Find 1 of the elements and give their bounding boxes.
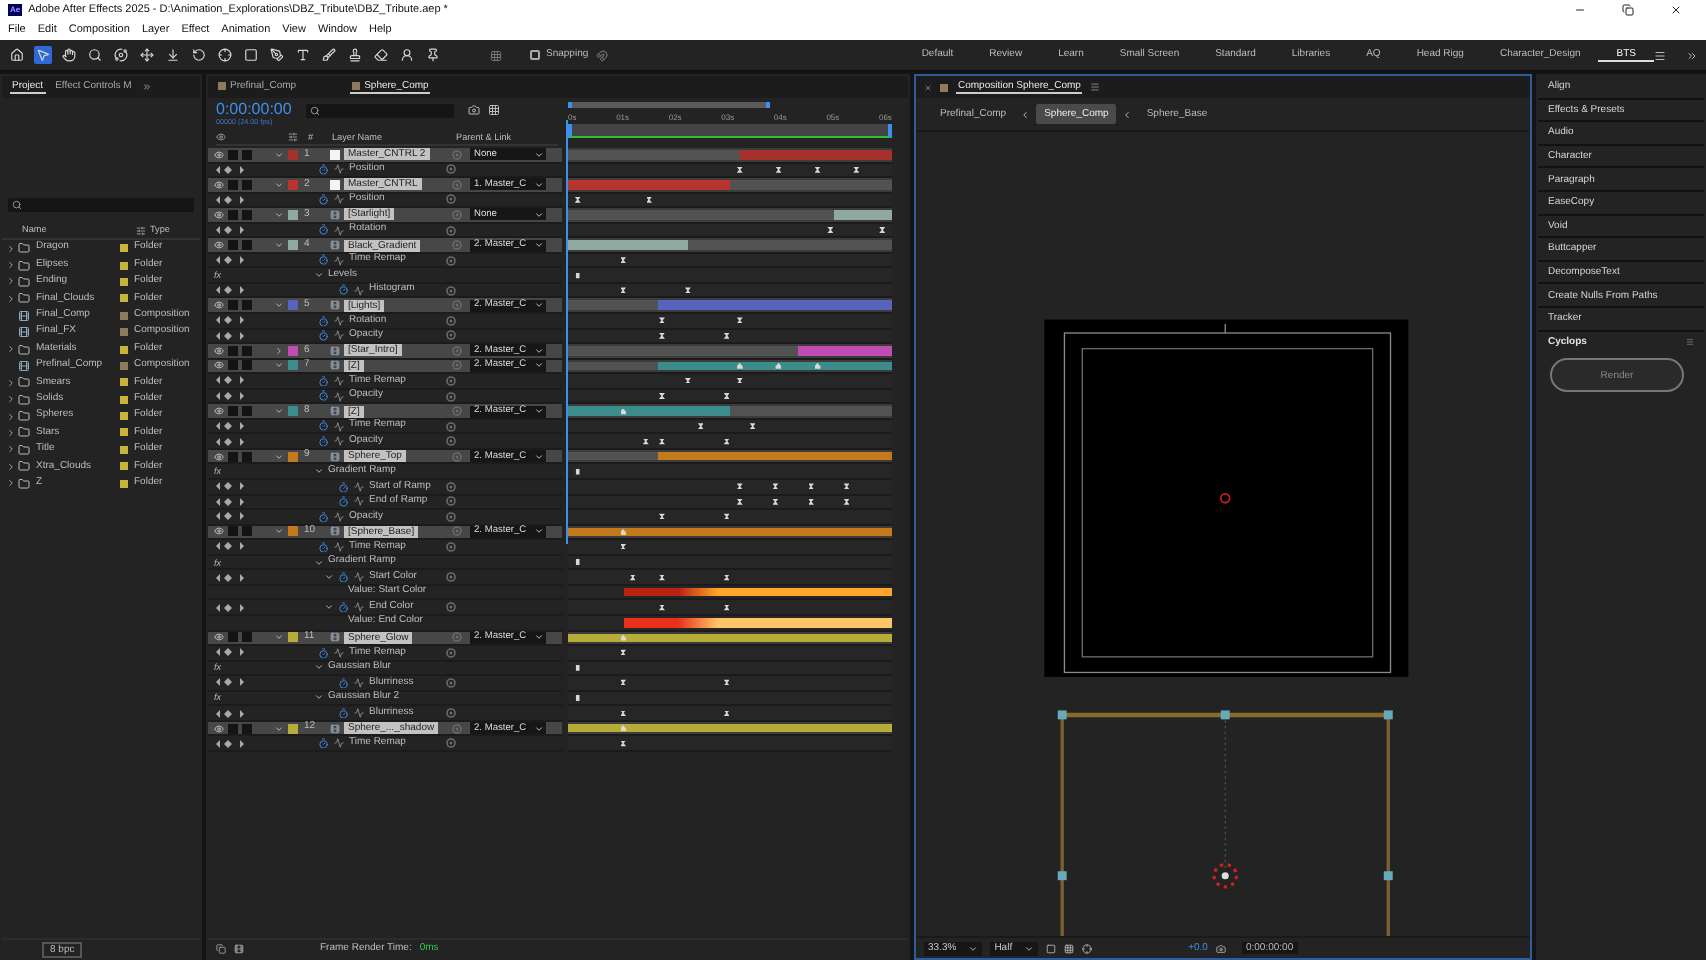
current-time[interactable]: 0:00:00:00 xyxy=(216,102,292,118)
